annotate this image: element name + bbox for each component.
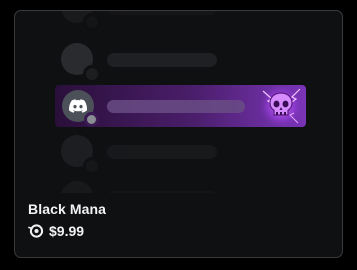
profile-effect-preview: [15, 11, 342, 193]
preview-row: [61, 181, 317, 193]
status-dot: [83, 13, 101, 31]
item-price: $9.99: [49, 223, 85, 239]
price-row: $9.99: [28, 223, 330, 239]
name-placeholder: [107, 191, 217, 193]
name-placeholder: [107, 53, 217, 67]
name-placeholder: [107, 100, 245, 113]
status-dot: [83, 65, 101, 83]
preview-row: [61, 135, 317, 175]
item-name: Black Mana: [28, 201, 107, 217]
status-dot: [83, 157, 101, 175]
item-details: Black Mana $9.99: [28, 201, 330, 239]
name-placeholder: [107, 11, 217, 15]
orb-icon: [28, 224, 44, 238]
preview-row: [61, 43, 317, 83]
discord-icon: [69, 99, 87, 113]
preview-row: [61, 11, 317, 31]
highlighted-user-row: [55, 85, 306, 127]
skull-icon: [260, 85, 302, 127]
shop-item-card[interactable]: Black Mana $9.99: [14, 10, 343, 258]
avatar-placeholder: [61, 181, 93, 193]
name-placeholder: [107, 145, 217, 159]
status-dot: [84, 112, 99, 127]
